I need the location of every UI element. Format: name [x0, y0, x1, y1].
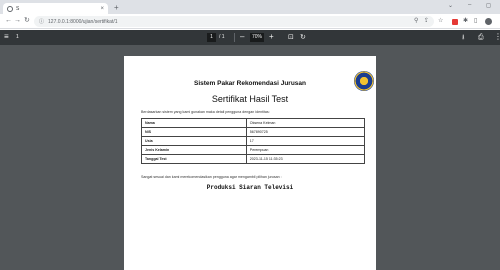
profile-avatar[interactable]: [485, 18, 492, 25]
recommendation-text: Sangat sesuai dan kami merekomendasikan …: [141, 175, 282, 179]
url-text[interactable]: 127.0.0.1:8000/ujian/sertifikat/1: [48, 19, 118, 25]
reload-icon[interactable]: ↻: [24, 17, 30, 25]
document-header: Sistem Pakar Rekomendasi Jurusan: [194, 80, 306, 87]
zoom-out-icon[interactable]: –: [240, 32, 244, 42]
row-value: 2023-11-15 11:35:23: [245, 154, 366, 164]
pdf-page: Sistem Pakar Rekomendasi Jurusan Sertifi…: [124, 56, 376, 270]
extensions-puzzle-icon[interactable]: ✱: [463, 18, 468, 25]
row-label: Jenis Kelamin: [141, 145, 247, 155]
page-number-input[interactable]: 1: [207, 33, 216, 42]
row-value: 17: [245, 136, 366, 146]
intro-text: Berdasarkan sistem yang kami gunakan mak…: [141, 110, 270, 114]
tab-strip: S × + ⌄ – ◻: [0, 0, 500, 14]
share-icon[interactable]: ⇪: [424, 18, 429, 25]
identity-table: Nama Oksena Kelman NIS 567890725 Usia 17…: [141, 118, 366, 164]
forward-icon[interactable]: →: [14, 17, 21, 25]
close-tab-icon[interactable]: ×: [100, 6, 104, 12]
back-icon[interactable]: ←: [5, 17, 12, 25]
pdf-file-name: 1: [16, 34, 19, 40]
table-row: Tanggal Test 2023-11-15 11:35:23: [141, 154, 366, 164]
fit-page-icon[interactable]: ⊡: [288, 33, 294, 42]
tab-title: S: [16, 5, 20, 12]
row-value: Oksena Kelman: [245, 118, 366, 128]
bookmark-star-icon[interactable]: ☆: [438, 18, 443, 25]
row-value: Perempuan: [245, 145, 366, 155]
zoom-level-input[interactable]: 70%: [250, 33, 264, 42]
browser-tab[interactable]: S ×: [3, 3, 108, 14]
menu-icon[interactable]: ≡: [4, 32, 9, 42]
table-row: NIS 567890725: [141, 127, 366, 137]
address-bar[interactable]: ⓘ 127.0.0.1:8000/ujian/sertifikat/1: [34, 16, 434, 27]
row-value: 567890725: [245, 127, 366, 137]
print-icon[interactable]: ⎙: [478, 33, 484, 42]
row-label: Nama: [141, 118, 247, 128]
more-options-icon[interactable]: ⋮: [494, 32, 500, 42]
rotate-icon[interactable]: ↻: [300, 33, 306, 42]
table-row: Nama Oksena Kelman: [141, 118, 366, 128]
globe-icon: [7, 5, 13, 12]
certificate-title: Sertifikat Hasil Test: [211, 94, 289, 104]
side-panel-icon[interactable]: ▯: [474, 18, 477, 25]
address-toolbar: ← → ↻ ⓘ 127.0.0.1:8000/ujian/sertifikat/…: [0, 14, 500, 29]
row-label: Tanggal Test: [141, 154, 247, 164]
table-row: Usia 17: [141, 136, 366, 146]
minimize-button[interactable]: –: [468, 2, 471, 8]
row-label: NIS: [141, 127, 247, 137]
maximize-button[interactable]: ◻: [486, 2, 491, 9]
site-info-icon[interactable]: ⓘ: [39, 18, 44, 25]
new-tab-button[interactable]: +: [114, 3, 119, 12]
download-icon[interactable]: ⭳: [462, 33, 464, 42]
row-label: Usia: [141, 136, 247, 146]
extension-icon[interactable]: [452, 19, 458, 25]
toolbar-divider: [234, 33, 235, 42]
zoom-in-icon[interactable]: +: [269, 32, 274, 42]
recommended-major: Produksi Siaran Televisi: [206, 184, 294, 191]
page-total: / 1: [219, 34, 225, 40]
zoom-indicator-icon[interactable]: ⚲: [414, 18, 418, 25]
tab-search-icon[interactable]: ⌄: [448, 2, 453, 9]
pdf-toolbar: ≡ 1 1 / 1 – 70% + ⊡ ↻ ⭳ ⎙ ⋮: [0, 30, 500, 45]
table-row: Jenis Kelamin Perempuan: [141, 145, 366, 155]
